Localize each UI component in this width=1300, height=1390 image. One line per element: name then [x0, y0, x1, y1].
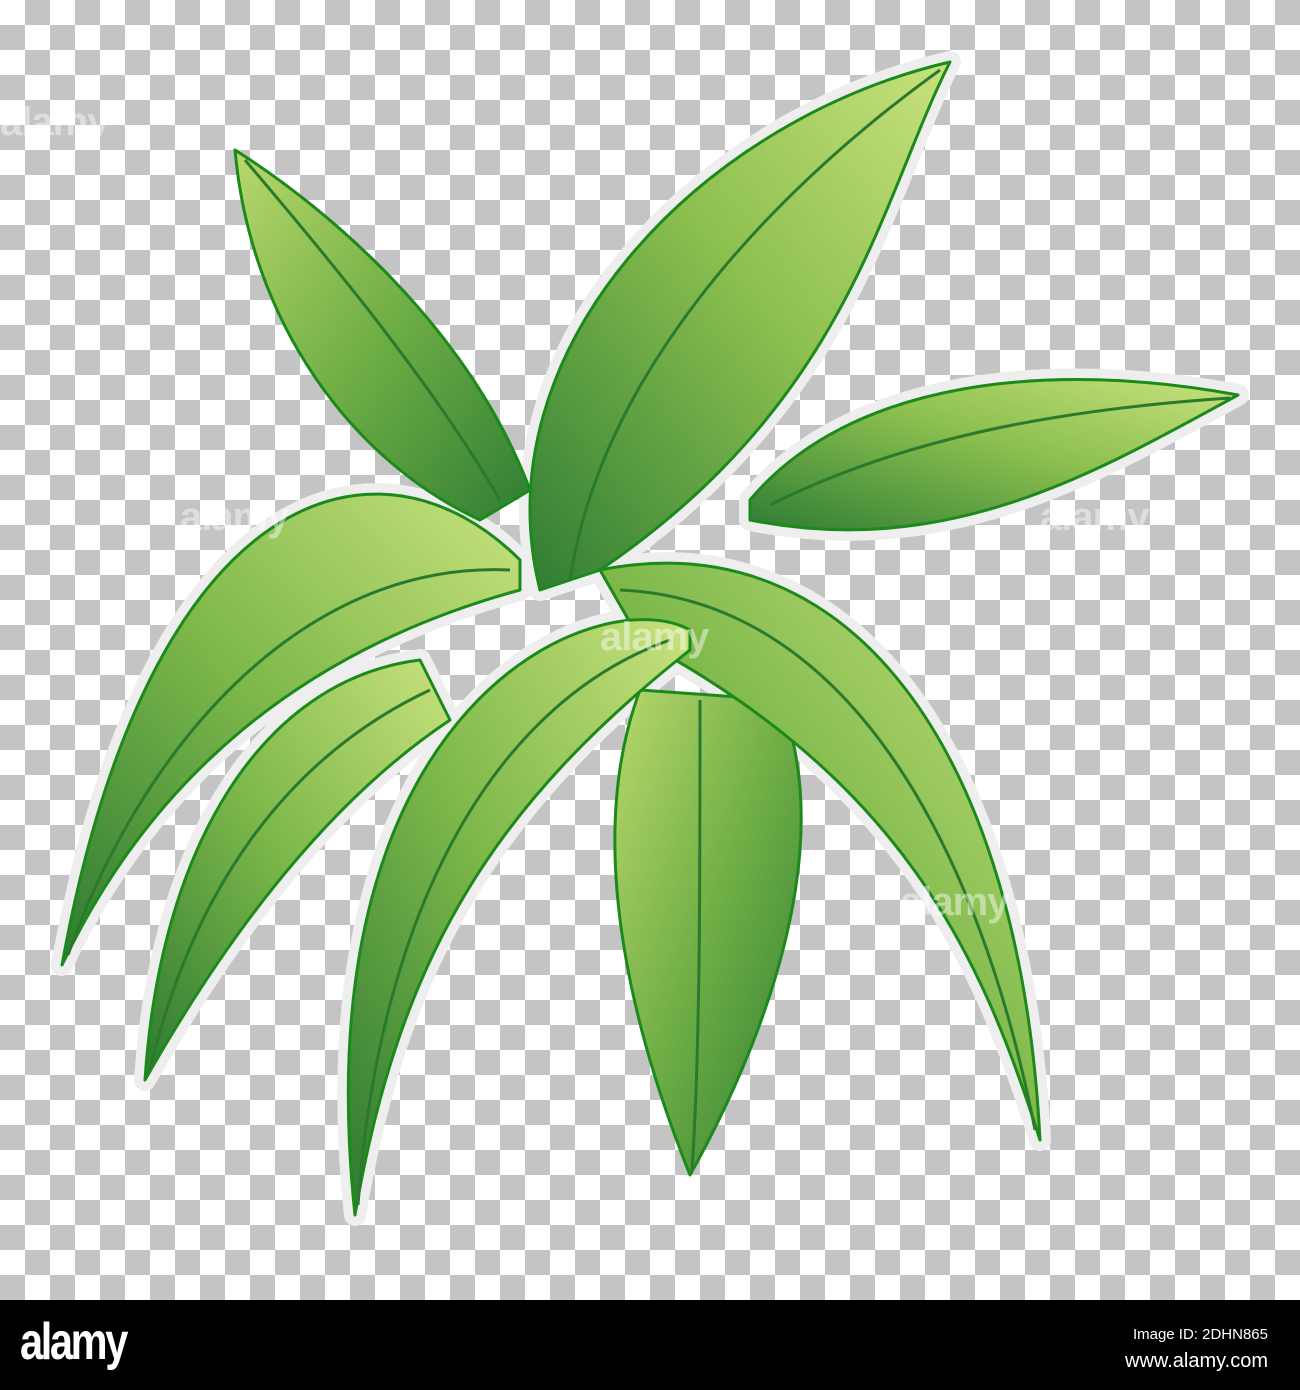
watermark: alamy	[180, 495, 289, 539]
leaf-top-left	[233, 148, 532, 522]
watermark: alamy	[600, 615, 709, 659]
image-id: Image ID: 2DHN865	[1132, 1326, 1268, 1343]
footer-bar: alamy Image ID: 2DHN865 www.alamy.com	[0, 1300, 1300, 1390]
watermark: alamy	[0, 100, 109, 144]
watermark: alamy	[1040, 495, 1149, 539]
site-url: www.alamy.com	[1125, 1350, 1268, 1372]
watermark: alamy	[900, 880, 1009, 924]
alamy-logo: alamy	[20, 1313, 128, 1371]
leaf-center-lower	[613, 688, 803, 1177]
